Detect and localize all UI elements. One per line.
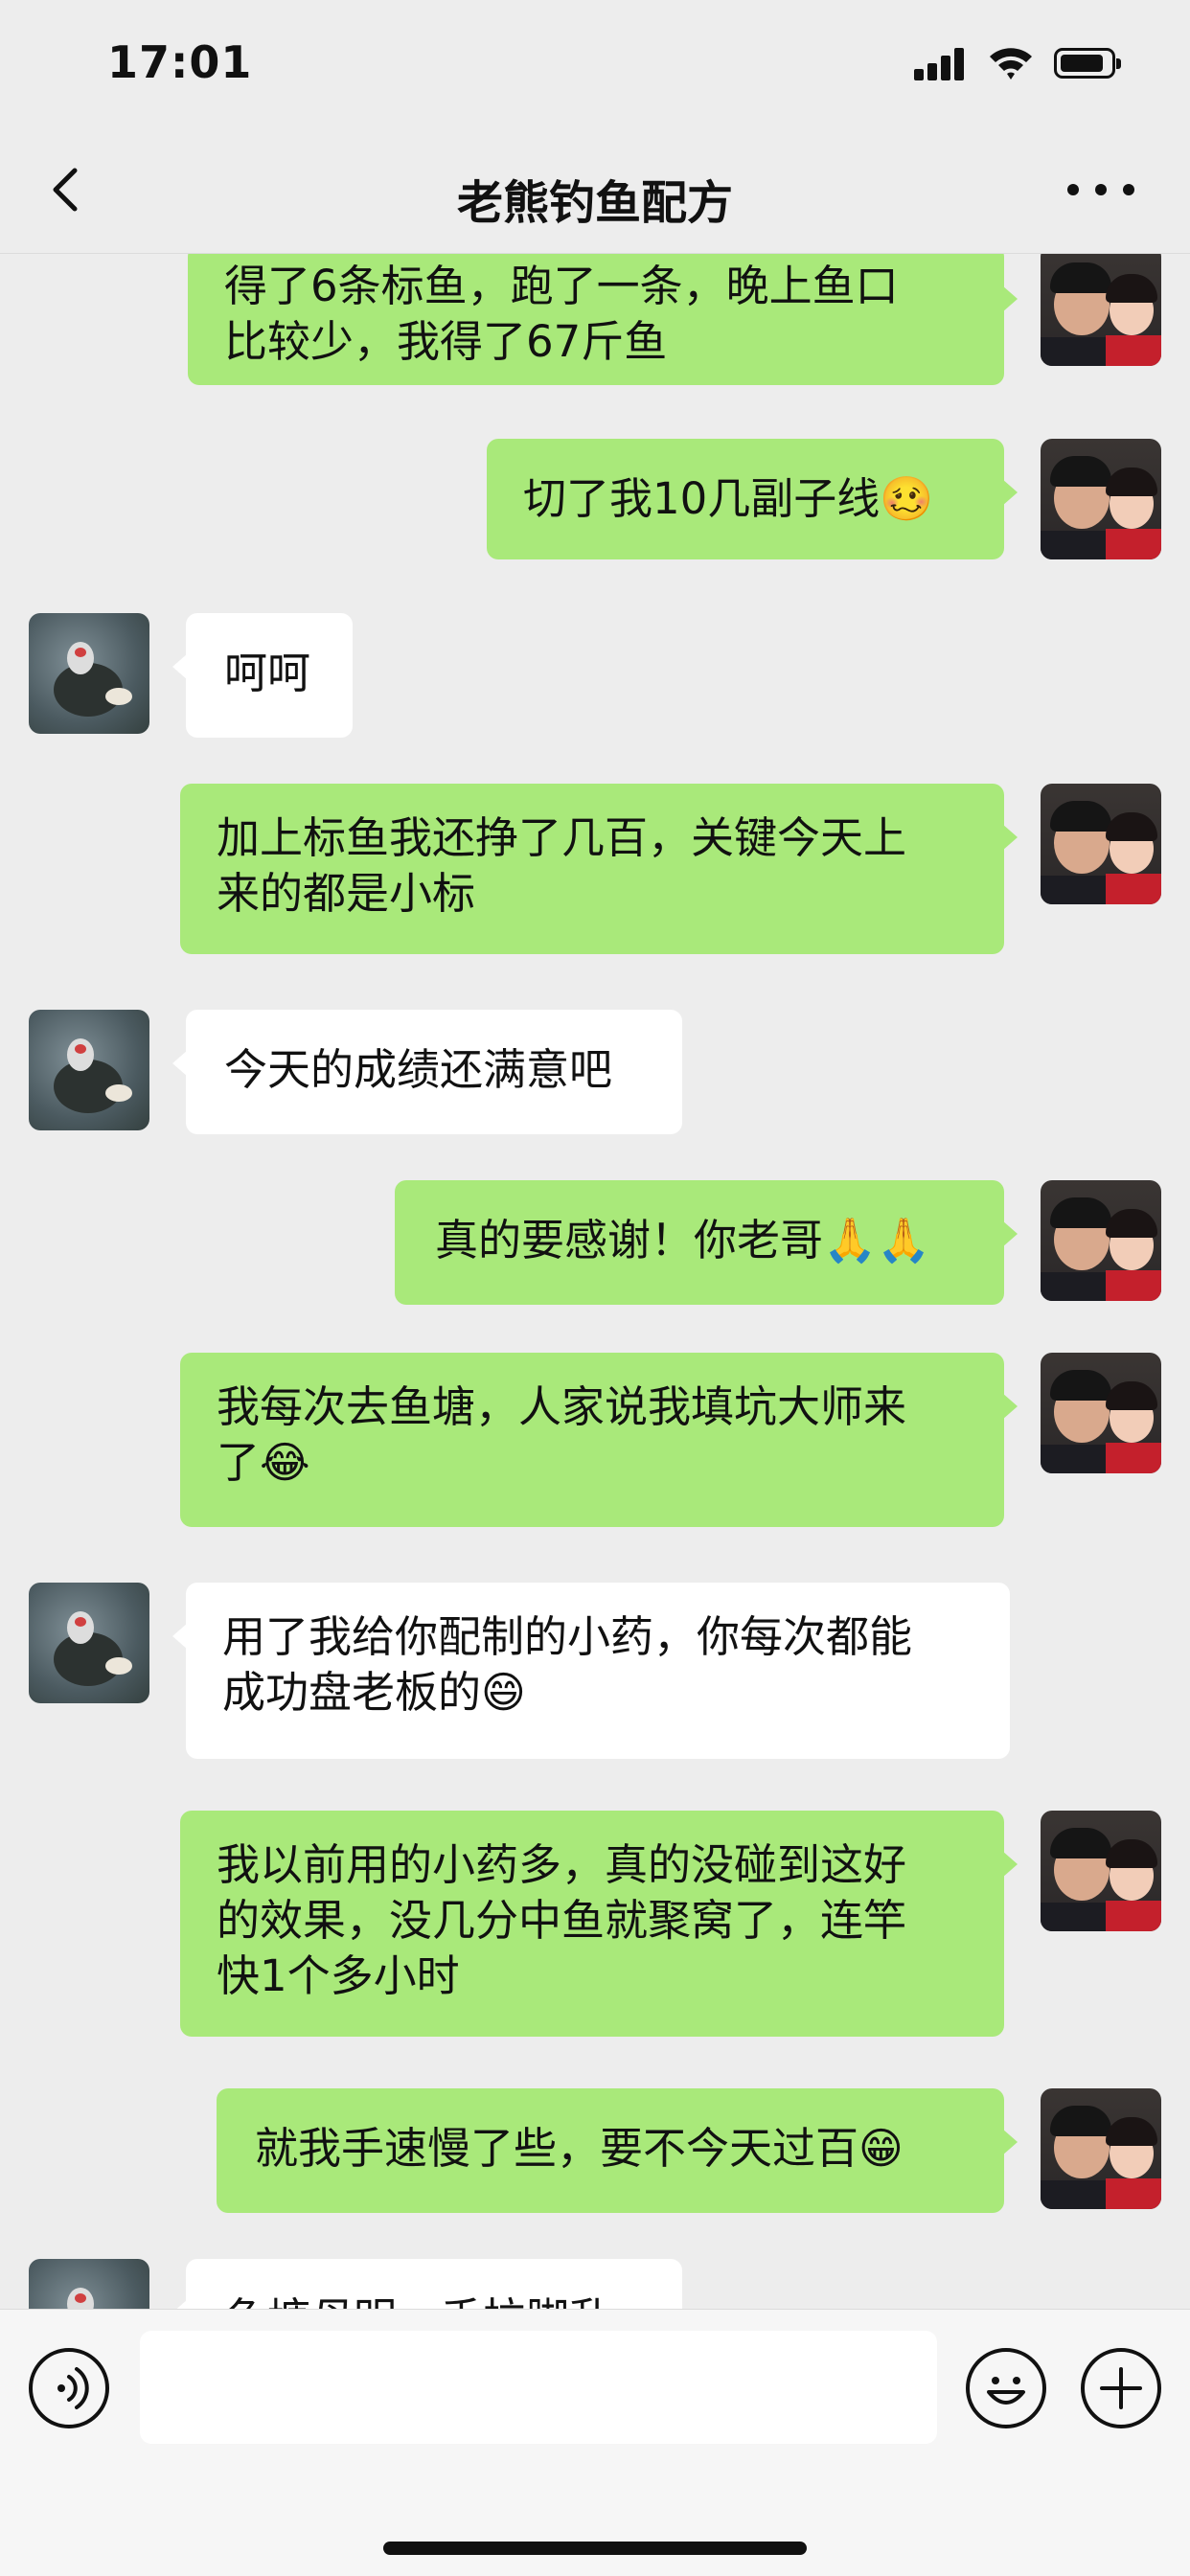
voice-input-icon[interactable] bbox=[29, 2348, 109, 2428]
avatar[interactable] bbox=[29, 1583, 149, 1703]
chat-title: 老熊钓鱼配方 bbox=[456, 176, 733, 230]
home-indicator[interactable] bbox=[383, 2542, 807, 2555]
emoji-icon[interactable] bbox=[966, 2348, 1046, 2428]
avatar[interactable] bbox=[1041, 1811, 1161, 1931]
avatar[interactable] bbox=[1041, 253, 1161, 366]
message-bubble[interactable]: 就我手速慢了些，要不今天过百😁 bbox=[217, 2088, 1018, 2213]
battery-icon bbox=[1054, 48, 1121, 79]
status-time: 17:01 bbox=[107, 36, 253, 88]
wifi-icon bbox=[990, 48, 1032, 80]
status-bar: 17:01 bbox=[0, 0, 1190, 126]
avatar[interactable] bbox=[1041, 2088, 1161, 2209]
avatar[interactable] bbox=[1041, 1180, 1161, 1301]
cellular-signal-icon bbox=[914, 48, 966, 80]
plus-icon[interactable] bbox=[1081, 2348, 1161, 2428]
message-bubble[interactable]: 得了6条标鱼，跑了一条，晚上鱼口 比较少，我得了67斤鱼 bbox=[188, 253, 1018, 385]
message-input[interactable] bbox=[140, 2331, 937, 2444]
chat-message-list[interactable]: 得了6条标鱼，跑了一条，晚上鱼口 比较少，我得了67斤鱼 切了我10几副子线🥴 … bbox=[0, 253, 1190, 2309]
message-bubble[interactable]: 用了我给你配制的小药，你每次都能 成功盘老板的😄 bbox=[172, 1583, 1010, 1759]
input-bar bbox=[0, 2309, 1190, 2576]
message-bubble[interactable]: 呵呵 bbox=[172, 613, 353, 738]
avatar[interactable] bbox=[1041, 1353, 1161, 1473]
message-bubble[interactable]: 加上标鱼我还挣了几百，关键今天上 来的都是小标 bbox=[180, 784, 1018, 954]
message-bubble[interactable]: 我每次去鱼塘，人家说我填坑大师来 了😂 bbox=[180, 1353, 1018, 1527]
nav-bar: 老熊钓鱼配方 bbox=[0, 126, 1190, 254]
message-bubble[interactable]: 今天的成绩还满意吧 bbox=[172, 1010, 682, 1134]
avatar[interactable] bbox=[29, 1010, 149, 1130]
message-bubble[interactable]: 鱼塘母明，舌拉脚乱 bbox=[172, 2259, 682, 2309]
avatar[interactable] bbox=[1041, 784, 1161, 904]
avatar[interactable] bbox=[29, 2259, 149, 2309]
message-bubble[interactable]: 我以前用的小药多，真的没碰到这好 的效果，没几分中鱼就聚窝了，连竿 快1个多小时 bbox=[180, 1811, 1018, 2037]
message-bubble[interactable]: 真的要感谢！你老哥🙏🙏 bbox=[395, 1180, 1018, 1305]
message-bubble[interactable]: 切了我10几副子线🥴 bbox=[487, 439, 1018, 559]
more-options-icon[interactable] bbox=[1067, 180, 1134, 199]
avatar[interactable] bbox=[29, 613, 149, 734]
avatar[interactable] bbox=[1041, 439, 1161, 559]
